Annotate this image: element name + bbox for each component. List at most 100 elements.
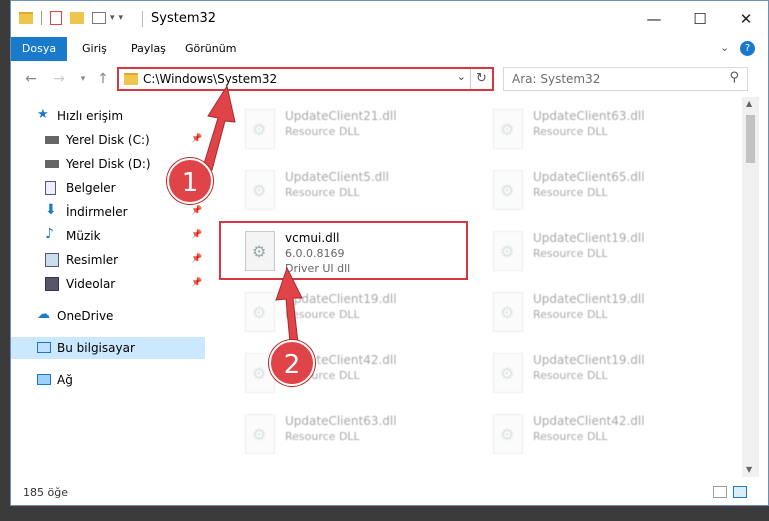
file-name: UpdateClient19.dll — [285, 292, 397, 306]
scrollbar-thumb[interactable] — [746, 115, 755, 163]
pin-icon[interactable]: 📌 — [191, 230, 202, 240]
search-icon: ⚲ — [729, 70, 739, 85]
navigation-pane: ★ Hızlı erişim Yerel Disk (C:) 📌 Yerel D… — [11, 97, 205, 477]
view-toggle-icon[interactable] — [92, 12, 106, 24]
ribbon: Dosya Giriş Paylaş Görünüm ⌄ ? — [11, 37, 768, 95]
sidebar-item-pictures[interactable]: Resimler 📌 — [11, 249, 205, 271]
file-description: Resource DLL — [285, 186, 360, 199]
back-arrow-icon[interactable]: ← — [21, 70, 41, 88]
file-icon — [493, 109, 523, 149]
navigation-bar: ← → ▾ ↑ C:\Windows\System32 ⌄ ↻ Ara: Sys… — [11, 61, 768, 97]
file-icon — [493, 231, 523, 271]
vertical-scrollbar[interactable]: ▲ ▼ — [742, 97, 759, 477]
sidebar-item-label: İndirmeler — [66, 205, 128, 219]
sidebar-item-label: Videolar — [66, 277, 116, 291]
computer-icon — [37, 342, 51, 353]
list-item[interactable]: UpdateClient19.dll Resource DLL — [485, 286, 725, 344]
list-item[interactable]: UpdateClient21.dll Resource DLL — [237, 103, 477, 161]
callout-badge-2: 2 — [269, 340, 315, 386]
forward-arrow-icon[interactable]: → — [49, 70, 69, 88]
list-item[interactable]: UpdateClient42.dll Resource DLL — [485, 408, 725, 466]
pin-icon[interactable]: 📌 — [191, 206, 202, 216]
tab-share[interactable]: Paylaş — [122, 37, 175, 61]
music-icon: ♪ — [45, 226, 54, 242]
chevron-down-icon[interactable]: ⌄ — [457, 70, 466, 83]
list-item[interactable]: UpdateClient5.dll Resource DLL — [237, 164, 477, 222]
chevron-down-icon[interactable]: ▾ — [110, 13, 115, 23]
chevron-down-icon[interactable]: ⌄ — [720, 41, 729, 54]
file-icon — [245, 170, 275, 210]
highlight-box — [219, 221, 468, 280]
file-description: Resource DLL — [285, 308, 360, 321]
list-item[interactable]: UpdateClient19.dll Resource DLL — [237, 286, 477, 344]
address-bar[interactable]: C:\Windows\System32 ⌄ ↻ — [117, 67, 494, 91]
sidebar-item-label: Bu bilgisayar — [57, 341, 135, 355]
list-item[interactable]: UpdateClient19.dll Resource DLL — [485, 225, 725, 283]
sidebar-item-label: Ağ — [57, 373, 73, 387]
file-name: UpdateClient19.dll — [533, 353, 645, 367]
sidebar-item-quick-access[interactable]: ★ Hızlı erişim — [11, 105, 205, 127]
folder-icon — [124, 73, 138, 85]
up-arrow-icon[interactable]: ↑ — [93, 70, 113, 88]
file-description: Resource DLL — [533, 308, 608, 321]
pin-icon[interactable]: 📌 — [191, 254, 202, 264]
sidebar-item-downloads[interactable]: ⬇ İndirmeler 📌 — [11, 201, 205, 223]
folder-icon[interactable] — [19, 12, 33, 24]
list-item[interactable]: UpdateClient19.dll Resource DLL — [485, 347, 725, 405]
recent-locations-icon[interactable]: ▾ — [73, 70, 93, 88]
download-icon: ⬇ — [45, 202, 57, 218]
refresh-icon[interactable]: ↻ — [470, 69, 492, 89]
sidebar-item-onedrive[interactable]: ☁ OneDrive — [11, 305, 205, 327]
file-description: Resource DLL — [285, 430, 360, 443]
list-item[interactable]: UpdateClient63.dll Resource DLL — [237, 408, 477, 466]
search-input[interactable]: Ara: System32 ⚲ — [503, 67, 748, 91]
customize-toolbar-icon[interactable]: ▾ — [119, 13, 124, 23]
minimize-button[interactable]: — — [631, 1, 677, 37]
file-icon — [493, 414, 523, 454]
tab-home[interactable]: Giriş — [73, 37, 116, 61]
sidebar-item-music[interactable]: ♪ Müzik 📌 — [11, 225, 205, 247]
large-icons-view-icon[interactable] — [733, 486, 747, 498]
file-name: UpdateClient63.dll — [533, 109, 645, 123]
file-icon — [493, 292, 523, 332]
close-button[interactable]: ✕ — [723, 1, 768, 37]
scroll-down-icon[interactable]: ▼ — [746, 465, 752, 474]
sidebar-item-drive-c[interactable]: Yerel Disk (C:) 📌 — [11, 129, 205, 151]
maximize-button[interactable]: ☐ — [677, 1, 723, 37]
file-name: UpdateClient42.dll — [533, 414, 645, 428]
details-view-icon[interactable] — [713, 486, 727, 498]
new-folder-icon[interactable] — [70, 12, 84, 24]
file-icon — [245, 292, 275, 332]
sidebar-item-this-pc[interactable]: Bu bilgisayar — [11, 337, 205, 359]
file-name: UpdateClient19.dll — [533, 231, 645, 245]
pin-icon[interactable]: 📌 — [191, 134, 202, 144]
sidebar-item-network[interactable]: Ağ — [11, 369, 205, 391]
file-list: UpdateClient21.dll Resource DLL UpdateCl… — [205, 97, 750, 477]
sidebar-item-videos[interactable]: Videolar 📌 — [11, 273, 205, 295]
pictures-icon — [45, 253, 59, 267]
tab-view[interactable]: Görünüm — [176, 37, 245, 61]
help-icon[interactable]: ? — [740, 41, 755, 56]
title-bar: ▾ ▾ System32 — ☐ ✕ — [11, 1, 768, 37]
sidebar-item-label: Müzik — [66, 229, 101, 243]
file-name: UpdateClient19.dll — [533, 292, 645, 306]
file-description: Resource DLL — [285, 125, 360, 138]
list-item[interactable]: UpdateClient65.dll Resource DLL — [485, 164, 725, 222]
file-icon — [245, 414, 275, 454]
scroll-up-icon[interactable]: ▲ — [746, 99, 752, 108]
address-path[interactable]: C:\Windows\System32 — [143, 72, 277, 86]
item-count: 185 öğe — [23, 486, 68, 499]
properties-icon[interactable] — [50, 11, 62, 25]
sidebar-item-label: Belgeler — [66, 181, 116, 195]
list-item[interactable]: UpdateClient63.dll Resource DLL — [485, 103, 725, 161]
status-bar: 185 öğe — [11, 477, 768, 505]
file-description: Resource DLL — [533, 125, 608, 138]
file-description: Resource DLL — [533, 369, 608, 382]
file-name: UpdateClient63.dll — [285, 414, 397, 428]
pin-icon[interactable]: 📌 — [191, 278, 202, 288]
file-name: UpdateClient65.dll — [533, 170, 645, 184]
network-icon — [37, 374, 51, 385]
drive-icon — [45, 136, 59, 144]
file-icon — [493, 170, 523, 210]
separator — [142, 11, 143, 27]
